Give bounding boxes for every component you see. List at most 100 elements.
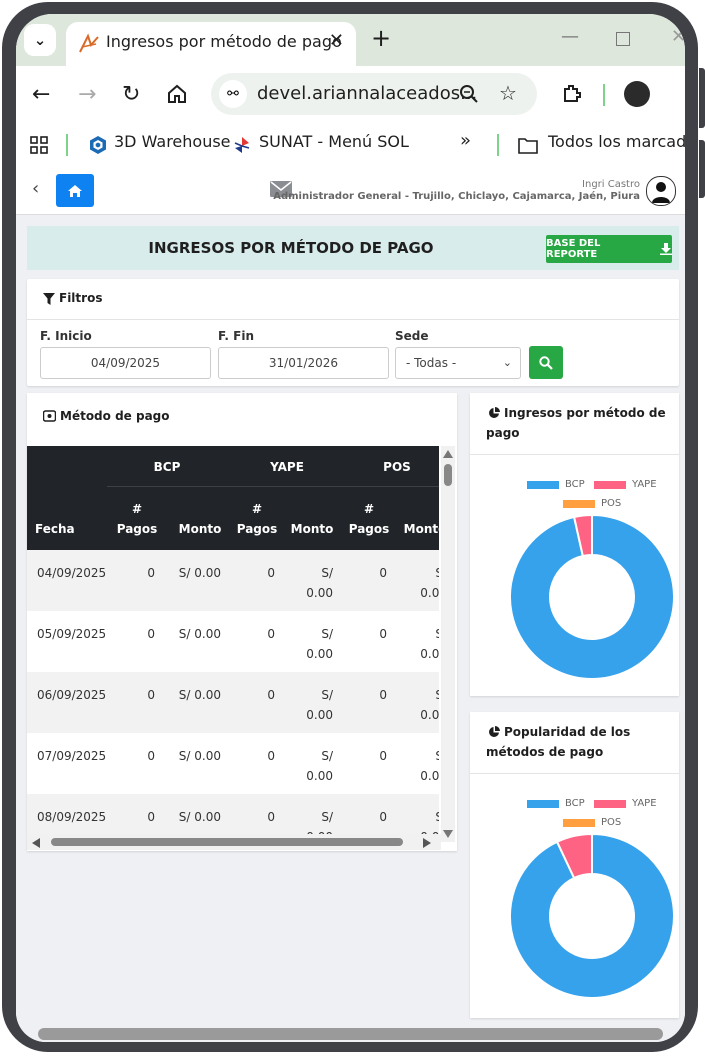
home-icon bbox=[68, 184, 82, 197]
scroll-left-arrow-icon[interactable] bbox=[32, 838, 40, 848]
folder-icon bbox=[518, 138, 538, 154]
home-button[interactable] bbox=[56, 174, 94, 207]
legend-swatch bbox=[563, 499, 595, 508]
cell-yape-pagos: 0 bbox=[267, 688, 275, 702]
legend-item-pos[interactable]: POS bbox=[563, 817, 621, 828]
start-date-input[interactable]: 04/09/2025 bbox=[40, 347, 211, 379]
site-label: Sede bbox=[395, 329, 429, 343]
bookmark-sunat[interactable]: SUNAT - Menú SOL bbox=[259, 132, 409, 151]
column-pos-pagos: Pagos bbox=[348, 522, 390, 536]
user-avatar[interactable] bbox=[646, 176, 676, 206]
bookmarks-separator bbox=[497, 134, 499, 156]
column-fecha: Fecha bbox=[35, 522, 75, 536]
page-horizontal-scrollbar[interactable] bbox=[38, 1028, 663, 1040]
payment-method-table-card: Método de pago BCP YAPE POS Fecha # Pago… bbox=[27, 393, 457, 851]
back-arrow-icon[interactable]: ← bbox=[32, 82, 50, 108]
money-check-icon bbox=[43, 410, 56, 422]
legend-swatch bbox=[594, 799, 626, 808]
cell-yape-monto: S/0.00 bbox=[306, 749, 333, 783]
new-tab-plus-icon[interactable]: + bbox=[371, 25, 391, 51]
end-date-label: F. Fin bbox=[218, 329, 255, 343]
chart-divider bbox=[470, 454, 679, 455]
table-vertical-scrollbar[interactable] bbox=[441, 446, 455, 842]
vertical-scroll-thumb[interactable] bbox=[444, 464, 452, 486]
donut-chart[interactable] bbox=[509, 514, 675, 680]
apps-grid-icon[interactable] bbox=[30, 136, 48, 154]
cell-bcp-pagos: 0 bbox=[147, 810, 155, 824]
cell-yape-pagos: 0 bbox=[267, 810, 275, 824]
tab-close-icon[interactable]: ✕ bbox=[329, 30, 344, 51]
donut-chart[interactable] bbox=[509, 833, 675, 999]
forward-arrow-icon[interactable]: → bbox=[78, 82, 96, 108]
window-minimize-icon[interactable]: — bbox=[561, 26, 579, 47]
bookmarks-separator bbox=[66, 134, 68, 156]
home-icon[interactable] bbox=[166, 83, 188, 105]
download-report-button[interactable]: BASE DEL REPORTE bbox=[546, 235, 672, 263]
bookmark-3d-warehouse[interactable]: 3D Warehouse bbox=[114, 132, 231, 151]
table-row: 06/09/2025 0 S/ 0.00 0 S/0.00 0 S/0.00 bbox=[27, 672, 439, 734]
chevron-down-icon: ⌄ bbox=[502, 356, 512, 369]
address-url[interactable]: devel.ariannalaceados... bbox=[257, 83, 477, 104]
menu-kebab-icon[interactable]: ⋮ bbox=[679, 80, 685, 104]
window-maximize-icon[interactable] bbox=[616, 32, 630, 46]
window-close-icon[interactable]: ✕ bbox=[671, 26, 685, 47]
cell-pos-pagos: 0 bbox=[379, 566, 387, 580]
cell-bcp-pagos: 0 bbox=[147, 749, 155, 763]
cell-bcp-monto: S/ 0.00 bbox=[178, 566, 221, 580]
end-date-input[interactable]: 31/01/2026 bbox=[218, 347, 389, 379]
site-select[interactable]: - Todas - ⌄ bbox=[395, 347, 521, 379]
cell-pos-monto: S/0.00 bbox=[420, 749, 439, 783]
cell-yape-monto: S/0.00 bbox=[306, 566, 333, 600]
cell-pos-pagos: 0 bbox=[379, 810, 387, 824]
filter-funnel-icon bbox=[43, 293, 55, 305]
scroll-right-arrow-icon[interactable] bbox=[423, 838, 431, 848]
search-button[interactable] bbox=[529, 346, 563, 379]
bookmark-all-bookmarks[interactable]: Todos los marcadores bbox=[548, 132, 685, 151]
zoom-icon[interactable] bbox=[459, 84, 479, 104]
bookmark-star-icon[interactable]: ☆ bbox=[499, 81, 517, 105]
cell-bcp-monto: S/ 0.00 bbox=[178, 627, 221, 641]
bookmarks-overflow-icon[interactable]: » bbox=[460, 130, 471, 151]
sidebar-toggle-chevron-icon[interactable]: ‹ bbox=[32, 178, 39, 199]
legend-item-yape[interactable]: YAPE bbox=[594, 479, 657, 490]
table-horizontal-scrollbar[interactable] bbox=[27, 834, 441, 850]
column-group-bcp: BCP bbox=[153, 460, 181, 474]
address-bar[interactable]: ⚯ devel.ariannalaceados... ☆ bbox=[211, 73, 537, 115]
legend-item-bcp[interactable]: BCP bbox=[527, 479, 585, 490]
cell-pos-pagos: 0 bbox=[379, 688, 387, 702]
scroll-up-arrow-icon[interactable] bbox=[443, 450, 453, 458]
download-report-label: BASE DEL REPORTE bbox=[546, 238, 601, 260]
legend-item-yape[interactable]: YAPE bbox=[594, 798, 657, 809]
cell-yape-pagos: 0 bbox=[267, 749, 275, 763]
tab-search-chevron-icon[interactable]: ⌄ bbox=[24, 24, 56, 56]
legend-item-bcp[interactable]: BCP bbox=[527, 798, 585, 809]
legend-item-pos[interactable]: POS bbox=[563, 498, 621, 509]
table-row: 07/09/2025 0 S/ 0.00 0 S/0.00 0 S/0.00 bbox=[27, 733, 439, 795]
chart-title: Ingresos por método de pago bbox=[486, 406, 666, 440]
cell-bcp-pagos: 0 bbox=[147, 688, 155, 702]
table-scroll-area[interactable]: BCP YAPE POS Fecha # Pagos Monto # Pagos… bbox=[27, 446, 439, 842]
extensions-puzzle-icon[interactable] bbox=[561, 82, 583, 104]
tab-title: Ingresos por método de pago bbox=[106, 32, 342, 51]
legend-label: BCP bbox=[565, 479, 585, 490]
reload-icon[interactable]: ↻ bbox=[122, 82, 140, 108]
sunat-icon bbox=[234, 137, 250, 153]
tab-active[interactable]: Ingresos por método de pago ✕ bbox=[66, 22, 356, 66]
search-icon bbox=[539, 355, 553, 370]
scroll-down-arrow-icon[interactable] bbox=[443, 830, 453, 838]
device-side-button bbox=[699, 68, 705, 128]
cell-bcp-pagos: 0 bbox=[147, 566, 155, 580]
cell-bcp-pagos: 0 bbox=[147, 627, 155, 641]
cell-yape-monto: S/0.00 bbox=[306, 627, 333, 661]
profile-avatar[interactable] bbox=[624, 81, 650, 107]
cell-pos-monto: S/0.00 bbox=[420, 627, 439, 661]
user-name: Ingri Castro bbox=[582, 179, 640, 190]
device-screen: ⌄ Ingresos por método de pago ✕ + — ✕ ← … bbox=[16, 14, 685, 1042]
column-group-pos: POS bbox=[383, 460, 411, 474]
site-info-tune-icon[interactable]: ⚯ bbox=[219, 80, 247, 108]
cell-fecha: 04/09/2025 bbox=[37, 566, 107, 580]
legend-swatch bbox=[594, 480, 626, 489]
browser-toolbar: ← → ↻ ⚯ devel.ariannalaceados... ☆ ⋮ bbox=[16, 66, 685, 124]
horizontal-scroll-thumb[interactable] bbox=[51, 838, 403, 846]
cell-bcp-monto: S/ 0.00 bbox=[178, 749, 221, 763]
